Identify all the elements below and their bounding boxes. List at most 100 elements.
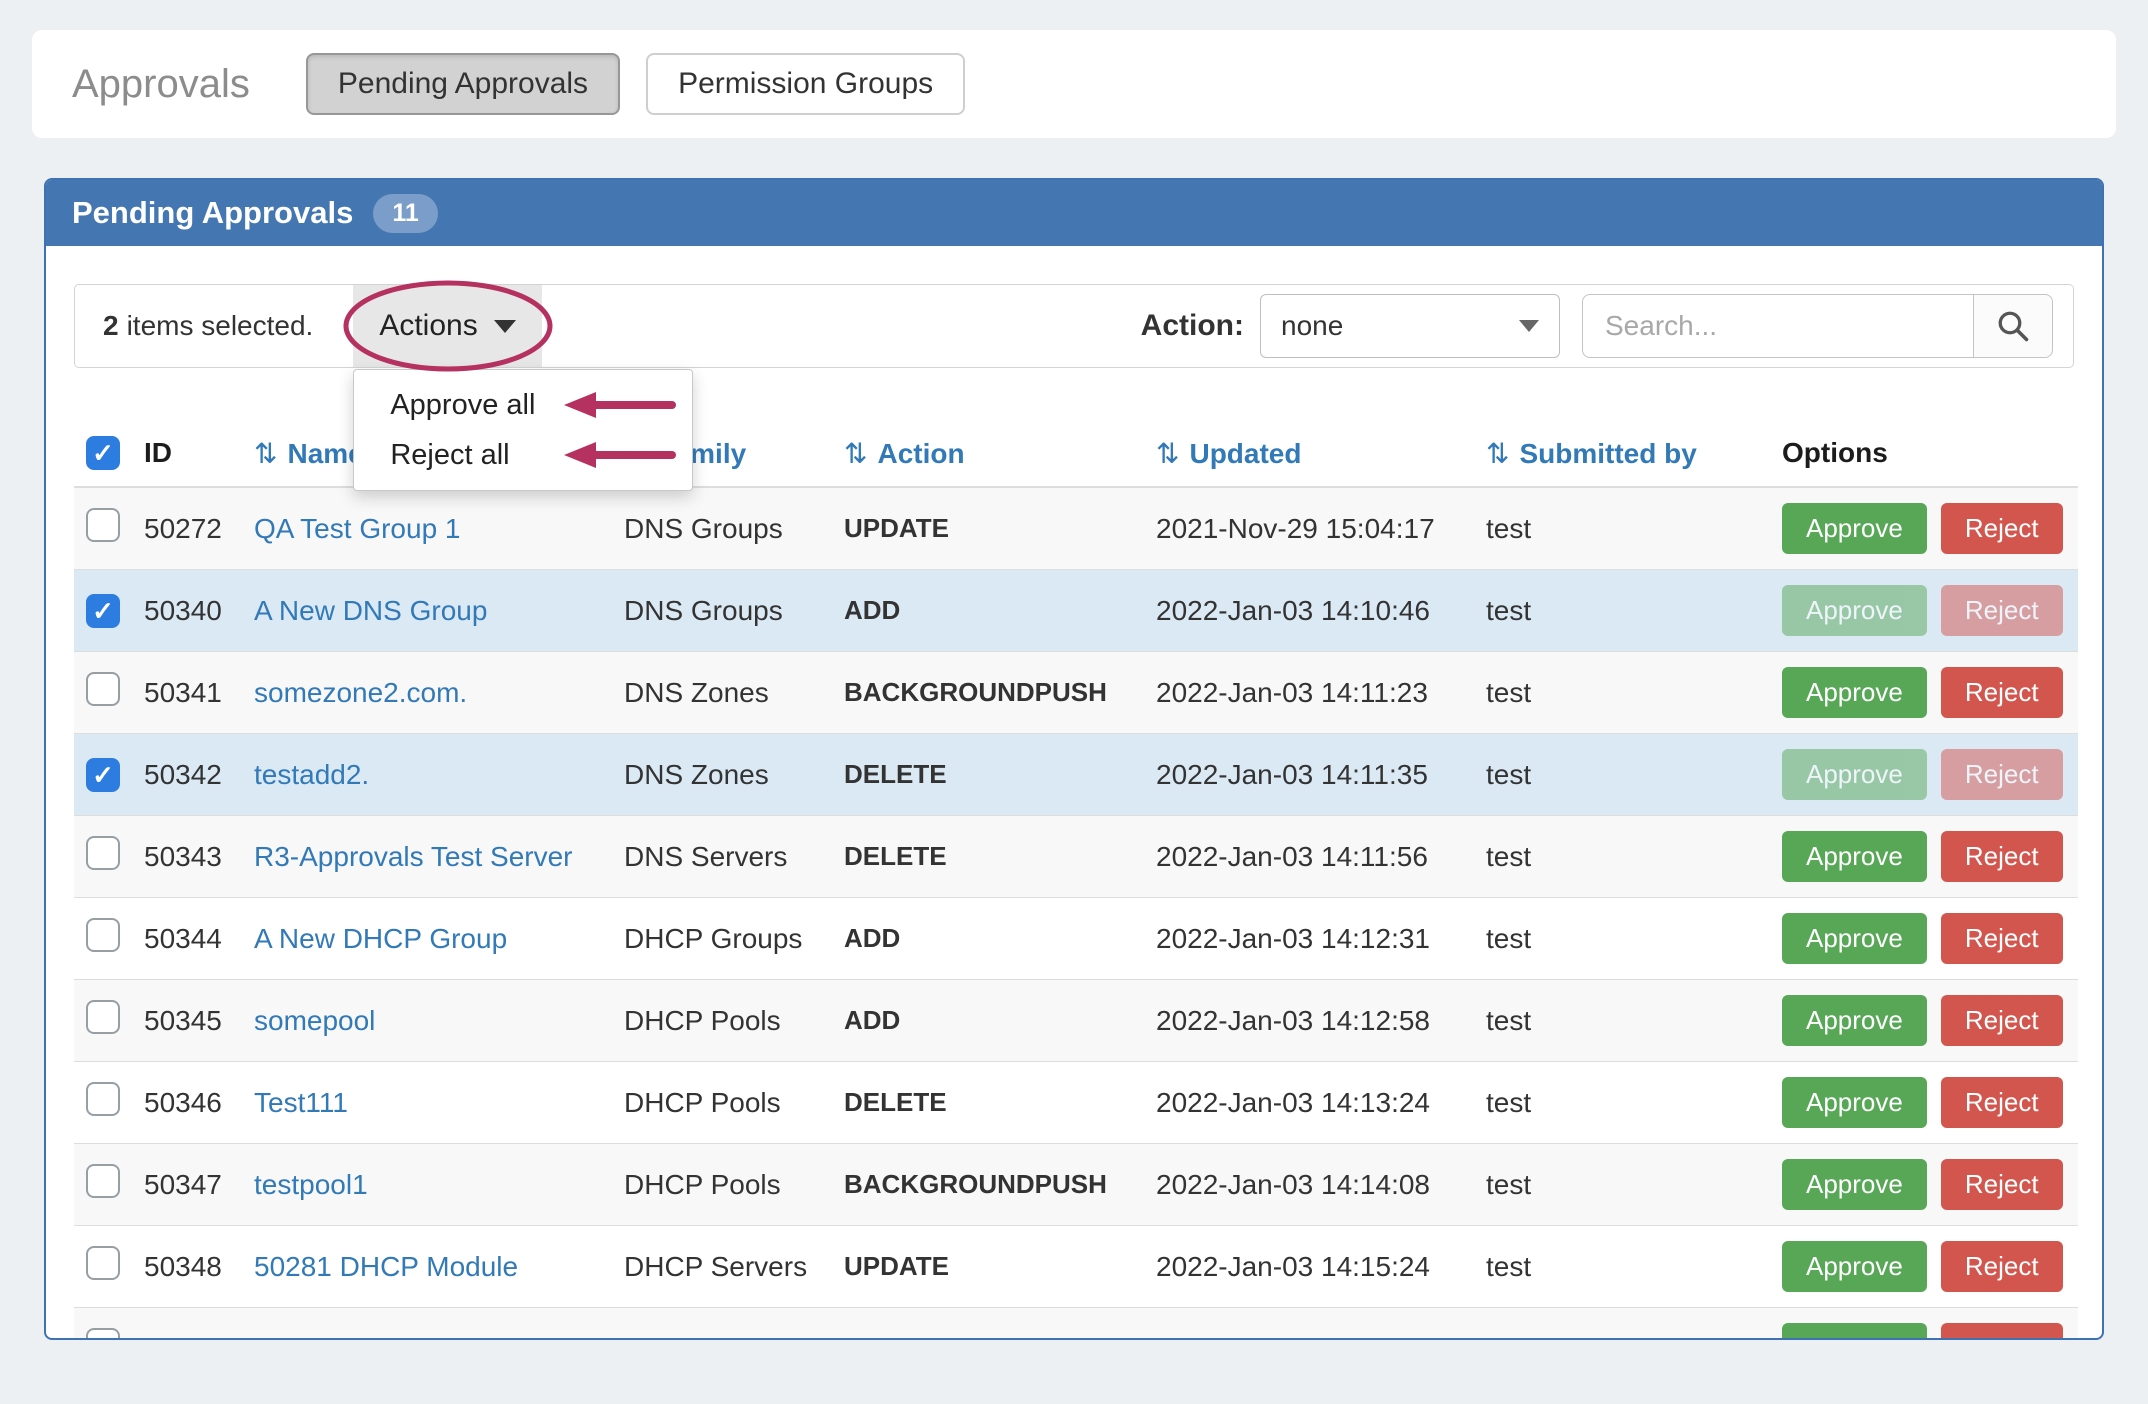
approve-button[interactable]: Approve bbox=[1782, 995, 1927, 1046]
row-name-link[interactable]: QA Test Group 1 bbox=[254, 513, 461, 544]
caret-down-icon bbox=[1519, 320, 1539, 332]
row-checkbox[interactable] bbox=[86, 672, 120, 706]
row-action: ADD bbox=[832, 570, 1144, 652]
reject-button[interactable]: Reject bbox=[1941, 831, 2063, 882]
tab-pending-approvals[interactable]: Pending Approvals bbox=[306, 53, 620, 115]
table-row: 50342 testadd2. DNS Zones DELETE 2022-Ja… bbox=[74, 734, 2078, 816]
row-checkbox[interactable] bbox=[86, 508, 120, 542]
approve-button[interactable]: Approve bbox=[1782, 831, 1927, 882]
approve-button[interactable]: Approve bbox=[1782, 1159, 1927, 1210]
row-name-link[interactable]: somepool bbox=[254, 1005, 375, 1036]
row-action: UPDATE bbox=[832, 1308, 1144, 1341]
approve-button[interactable]: Approve bbox=[1782, 667, 1927, 718]
table-row: 50348 50281 DHCP Module DHCP Servers UPD… bbox=[74, 1226, 2078, 1308]
row-checkbox[interactable] bbox=[86, 1164, 120, 1198]
row-name-link[interactable]: Test Group bbox=[254, 1333, 391, 1341]
reject-button[interactable]: Reject bbox=[1941, 749, 2063, 800]
menu-item-approve-all[interactable]: Approve all bbox=[354, 380, 692, 430]
menu-item-reject-all[interactable]: Reject all bbox=[354, 430, 692, 480]
panel-header: Pending Approvals 11 bbox=[46, 180, 2102, 246]
row-submitted-by: test bbox=[1474, 1144, 1770, 1226]
action-filter-select[interactable]: none bbox=[1260, 294, 1560, 358]
table-row: 50349 Test Group DHCP Groups UPDATE 2022… bbox=[74, 1308, 2078, 1341]
row-id: 50349 bbox=[132, 1308, 242, 1341]
approve-button[interactable]: Approve bbox=[1782, 913, 1927, 964]
row-action: BACKGROUNDPUSH bbox=[832, 1144, 1144, 1226]
approve-button[interactable]: Approve bbox=[1782, 1323, 1927, 1340]
table-row: 50347 testpool1 DHCP Pools BACKGROUNDPUS… bbox=[74, 1144, 2078, 1226]
row-id: 50341 bbox=[132, 652, 242, 734]
row-name-link[interactable]: A New DHCP Group bbox=[254, 923, 507, 954]
row-name-link[interactable]: somezone2.com. bbox=[254, 677, 467, 708]
row-checkbox[interactable] bbox=[86, 918, 120, 952]
reject-button[interactable]: Reject bbox=[1941, 667, 2063, 718]
reject-button[interactable]: Reject bbox=[1941, 1159, 2063, 1210]
actions-dropdown-button[interactable]: Actions bbox=[353, 285, 541, 367]
row-id: 50346 bbox=[132, 1062, 242, 1144]
reject-button[interactable]: Reject bbox=[1941, 1241, 2063, 1292]
row-checkbox[interactable] bbox=[86, 836, 120, 870]
annotation-arrow-icon bbox=[560, 438, 678, 472]
row-name-link[interactable]: Test111 bbox=[254, 1087, 348, 1118]
column-header-updated[interactable]: ⇅Updated bbox=[1144, 424, 1474, 487]
reject-button[interactable]: Reject bbox=[1941, 913, 2063, 964]
action-filter-label: Action: bbox=[1141, 309, 1244, 343]
row-id: 50345 bbox=[132, 980, 242, 1062]
row-id: 50347 bbox=[132, 1144, 242, 1226]
row-action: ADD bbox=[832, 898, 1144, 980]
row-action: UPDATE bbox=[832, 1226, 1144, 1308]
row-family: DNS Servers bbox=[612, 816, 832, 898]
row-name-link[interactable]: R3-Approvals Test Server bbox=[254, 841, 573, 872]
row-updated: 2022-Jan-03 14:15:24 bbox=[1144, 1226, 1474, 1308]
approve-button[interactable]: Approve bbox=[1782, 1241, 1927, 1292]
row-checkbox[interactable] bbox=[86, 1246, 120, 1280]
row-action: ADD bbox=[832, 980, 1144, 1062]
row-checkbox[interactable] bbox=[86, 1328, 120, 1340]
column-header-options: Options bbox=[1770, 424, 2078, 487]
reject-button[interactable]: Reject bbox=[1941, 503, 2063, 554]
row-checkbox[interactable] bbox=[86, 758, 120, 792]
row-updated: 2022-Jan-03 14:12:58 bbox=[1144, 980, 1474, 1062]
approvals-table: ID ⇅Name ⇅Family ⇅Action ⇅Updated ⇅Submi… bbox=[74, 424, 2078, 1340]
row-family: DHCP Servers bbox=[612, 1226, 832, 1308]
row-updated: 2022-Jan-03 14:11:56 bbox=[1144, 816, 1474, 898]
select-all-checkbox[interactable] bbox=[86, 436, 120, 470]
row-id: 50342 bbox=[132, 734, 242, 816]
reject-button[interactable]: Reject bbox=[1941, 585, 2063, 636]
row-action: DELETE bbox=[832, 816, 1144, 898]
approvals-table-body: 50272 QA Test Group 1 DNS Groups UPDATE … bbox=[74, 487, 2078, 1340]
row-checkbox[interactable] bbox=[86, 1082, 120, 1116]
approve-button[interactable]: Approve bbox=[1782, 585, 1927, 636]
row-id: 50348 bbox=[132, 1226, 242, 1308]
row-name-link[interactable]: 50281 DHCP Module bbox=[254, 1251, 518, 1282]
reject-button[interactable]: Reject bbox=[1941, 1077, 2063, 1128]
reject-button[interactable]: Reject bbox=[1941, 1323, 2063, 1340]
search-button[interactable] bbox=[1973, 294, 2053, 358]
row-name-link[interactable]: testadd2. bbox=[254, 759, 369, 790]
search-group bbox=[1582, 294, 2053, 358]
search-icon bbox=[1995, 308, 2031, 344]
row-id: 50340 bbox=[132, 570, 242, 652]
table-row: 50344 A New DHCP Group DHCP Groups ADD 2… bbox=[74, 898, 2078, 980]
page-title: Approvals bbox=[72, 62, 250, 107]
row-checkbox[interactable] bbox=[86, 1000, 120, 1034]
row-checkbox[interactable] bbox=[86, 594, 120, 628]
row-id: 50343 bbox=[132, 816, 242, 898]
column-header-submitted-by[interactable]: ⇅Submitted by bbox=[1474, 424, 1770, 487]
row-family: DHCP Groups bbox=[612, 898, 832, 980]
approve-button[interactable]: Approve bbox=[1782, 749, 1927, 800]
reject-button[interactable]: Reject bbox=[1941, 995, 2063, 1046]
caret-down-icon bbox=[494, 320, 516, 333]
approve-button[interactable]: Approve bbox=[1782, 503, 1927, 554]
search-input[interactable] bbox=[1582, 294, 1974, 358]
column-header-label: Updated bbox=[1189, 438, 1301, 469]
row-updated: 2021-Nov-29 15:04:17 bbox=[1144, 487, 1474, 570]
row-family: DNS Zones bbox=[612, 734, 832, 816]
approve-button[interactable]: Approve bbox=[1782, 1077, 1927, 1128]
row-name-link[interactable]: testpool1 bbox=[254, 1169, 368, 1200]
tab-permission-groups[interactable]: Permission Groups bbox=[646, 53, 965, 115]
column-header-action[interactable]: ⇅Action bbox=[832, 424, 1144, 487]
table-toolbar: 2items selected. Actions Approve all bbox=[74, 284, 2074, 368]
row-name-link[interactable]: A New DNS Group bbox=[254, 595, 487, 626]
row-submitted-by: test bbox=[1474, 980, 1770, 1062]
